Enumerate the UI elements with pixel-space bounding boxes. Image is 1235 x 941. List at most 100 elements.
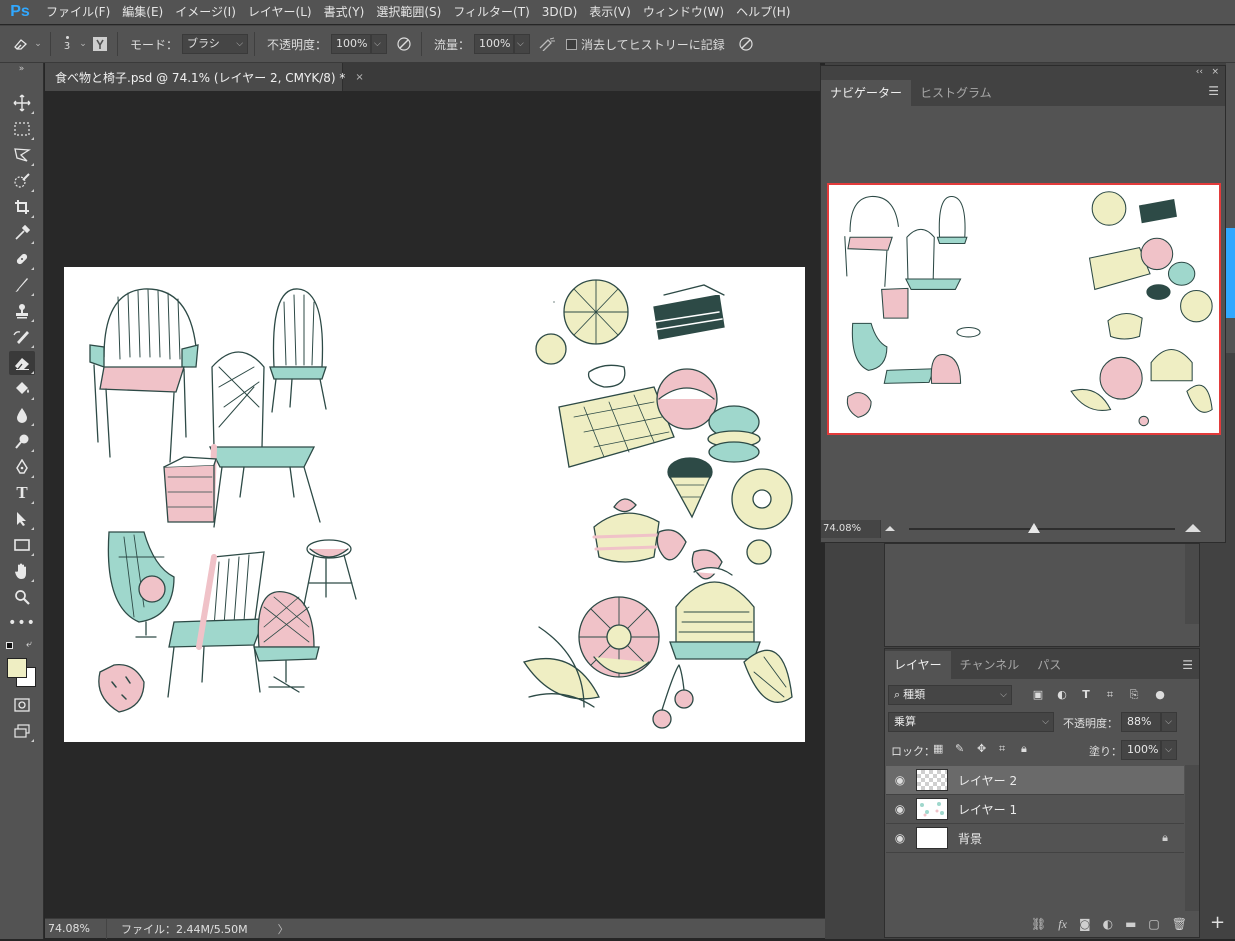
delete-layer-icon[interactable]: 🗑︎ [1172, 917, 1187, 931]
more-tools-icon[interactable]: ••• [8, 611, 35, 635]
tab-layers[interactable]: レイヤー [885, 651, 951, 679]
menu-layer[interactable]: レイヤー(L) [242, 0, 318, 24]
blend-mode-select[interactable]: 乗算 ⌵ [888, 712, 1054, 732]
eraser-tool-icon[interactable] [9, 351, 35, 375]
brush-panel-toggle-icon[interactable] [89, 33, 111, 55]
new-group-icon[interactable]: ▬ [1125, 917, 1136, 931]
add-mask-icon[interactable]: ◙ [1079, 917, 1091, 931]
lock-all-icon[interactable]: 🔒︎ [1021, 742, 1027, 756]
navigator-preview[interactable] [827, 183, 1221, 435]
flow-input[interactable]: 100% [474, 34, 515, 54]
document-tab[interactable]: 食べ物と椅子.psd @ 74.1% (レイヤー 2, CMYK/8) * × [45, 63, 364, 91]
marquee-tool-icon[interactable] [9, 117, 35, 141]
tab-channels[interactable]: チャンネル [951, 651, 1029, 679]
eyedropper-tool-icon[interactable] [9, 221, 35, 245]
menu-type[interactable]: 書式(Y) [318, 0, 371, 24]
lock-image-pixels-icon[interactable]: ✎ [955, 742, 964, 755]
eraser-preset-icon[interactable] [10, 33, 32, 55]
link-layers-icon[interactable]: ⛓︎ [1031, 917, 1046, 931]
zoom-slider-handle[interactable] [1028, 523, 1040, 533]
menu-select[interactable]: 選択範囲(S) [370, 0, 447, 24]
history-brush-tool-icon[interactable] [9, 325, 35, 349]
chevron-down-icon[interactable]: ⌄ [32, 33, 44, 55]
visibility-eye-icon[interactable]: ◉ [886, 773, 914, 787]
adjustment-layer-icon[interactable]: ◐ [1103, 917, 1113, 931]
filter-toggle-icon[interactable]: ● [1153, 688, 1167, 702]
fill-slider-toggle[interactable]: ⌵ [1161, 740, 1177, 760]
collapse-icon[interactable]: » [0, 63, 43, 75]
healing-brush-tool-icon[interactable] [9, 247, 35, 271]
foreground-color-swatch[interactable] [7, 658, 27, 678]
layer-row-layer-1[interactable]: ◉ レイヤー 1 [886, 795, 1184, 824]
quick-mask-icon[interactable] [9, 693, 35, 717]
opacity-input[interactable]: 100% [331, 34, 372, 54]
layer-row-layer-2[interactable]: ◉ レイヤー 2 [886, 766, 1184, 795]
path-selection-tool-icon[interactable] [9, 507, 35, 531]
pressure-size-icon[interactable] [735, 33, 757, 55]
layer-filter-select[interactable]: ⌕ 種類 ⌵ [888, 685, 1012, 705]
smart-object-filter-icon[interactable]: ⎘ [1127, 688, 1141, 702]
brush-tool-icon[interactable] [9, 273, 35, 297]
type-tool-icon[interactable]: T [9, 481, 35, 505]
add-panel-icon[interactable]: + [1210, 912, 1225, 933]
blur-tool-icon[interactable] [9, 403, 35, 427]
canvas-area[interactable] [45, 91, 825, 918]
flow-slider-toggle[interactable]: ⌵ [514, 34, 531, 54]
visibility-eye-icon[interactable]: ◉ [886, 831, 914, 845]
tab-paths[interactable]: パス [1028, 651, 1070, 679]
new-layer-icon[interactable]: ▢ [1148, 917, 1159, 931]
airbrush-icon[interactable] [536, 33, 558, 55]
menu-window[interactable]: ウィンドウ(W) [637, 0, 730, 24]
chevron-down-icon[interactable]: ⌄ [77, 33, 89, 55]
move-tool-icon[interactable] [9, 91, 35, 115]
lock-artboard-icon[interactable]: ⌗ [999, 742, 1005, 756]
dodge-tool-icon[interactable] [9, 429, 35, 453]
menu-help[interactable]: ヘルプ(H) [730, 0, 796, 24]
swap-colors-icon[interactable]: ⤶ [26, 639, 32, 650]
paint-bucket-tool-icon[interactable] [9, 377, 35, 401]
screen-mode-icon[interactable] [9, 719, 35, 743]
lock-position-icon[interactable]: ✥ [977, 742, 986, 755]
fill-input[interactable]: 100% [1121, 740, 1161, 760]
menu-edit[interactable]: 編集(E) [116, 0, 169, 24]
visibility-eye-icon[interactable]: ◉ [886, 802, 914, 816]
menu-view[interactable]: 表示(V) [583, 0, 637, 24]
pen-tool-icon[interactable] [9, 455, 35, 479]
brush-size-picker[interactable]: 3 [57, 36, 77, 52]
type-filter-icon[interactable]: T [1079, 688, 1093, 702]
close-panel-icon[interactable]: × [1211, 66, 1219, 78]
adjustment-filter-icon[interactable]: ◐ [1055, 688, 1069, 702]
layer-style-icon[interactable]: fx [1058, 917, 1067, 932]
opacity-slider-toggle[interactable]: ⌵ [371, 34, 388, 54]
clone-stamp-tool-icon[interactable] [9, 299, 35, 323]
document-canvas[interactable] [64, 267, 805, 742]
default-colors-icon[interactable] [6, 642, 13, 649]
navigator-zoom-slider[interactable] [909, 528, 1175, 530]
menu-image[interactable]: イメージ(I) [169, 0, 242, 24]
panel-scrollbar[interactable] [1185, 544, 1199, 624]
navigator-zoom-input[interactable]: 74.08% [821, 520, 881, 538]
crop-tool-icon[interactable] [9, 195, 35, 219]
close-tab-icon[interactable]: × [355, 72, 363, 83]
pressure-opacity-icon[interactable] [393, 33, 415, 55]
menu-filter[interactable]: フィルター(T) [447, 0, 535, 24]
tab-navigator[interactable]: ナビゲーター [821, 80, 912, 106]
pixel-filter-icon[interactable]: ▣ [1031, 688, 1045, 702]
collapse-panel-icon[interactable]: ‹‹ [1196, 66, 1203, 78]
status-menu-arrow-icon[interactable]: 〉 [278, 921, 289, 937]
lasso-tool-icon[interactable] [9, 143, 35, 167]
panel-title-strip[interactable]: ‹‹ × [821, 66, 1225, 78]
lock-transparent-pixels-icon[interactable]: ▦ [933, 742, 943, 755]
shape-filter-icon[interactable]: ⌗ [1103, 688, 1117, 702]
tab-histogram[interactable]: ヒストグラム [911, 80, 1001, 106]
layers-scrollbar[interactable] [1185, 765, 1199, 911]
zoom-tool-icon[interactable] [9, 585, 35, 609]
panel-menu-icon[interactable]: ☰ [1208, 84, 1219, 98]
layer-opacity-input[interactable]: 88% [1121, 712, 1161, 732]
mode-select[interactable]: ブラシ ⌵ [182, 34, 249, 54]
hand-tool-icon[interactable] [9, 559, 35, 583]
quick-selection-tool-icon[interactable] [9, 169, 35, 193]
rectangle-tool-icon[interactable] [9, 533, 35, 557]
zoom-level-field[interactable]: 74.08% [45, 918, 107, 939]
menu-file[interactable]: ファイル(F) [40, 0, 116, 24]
